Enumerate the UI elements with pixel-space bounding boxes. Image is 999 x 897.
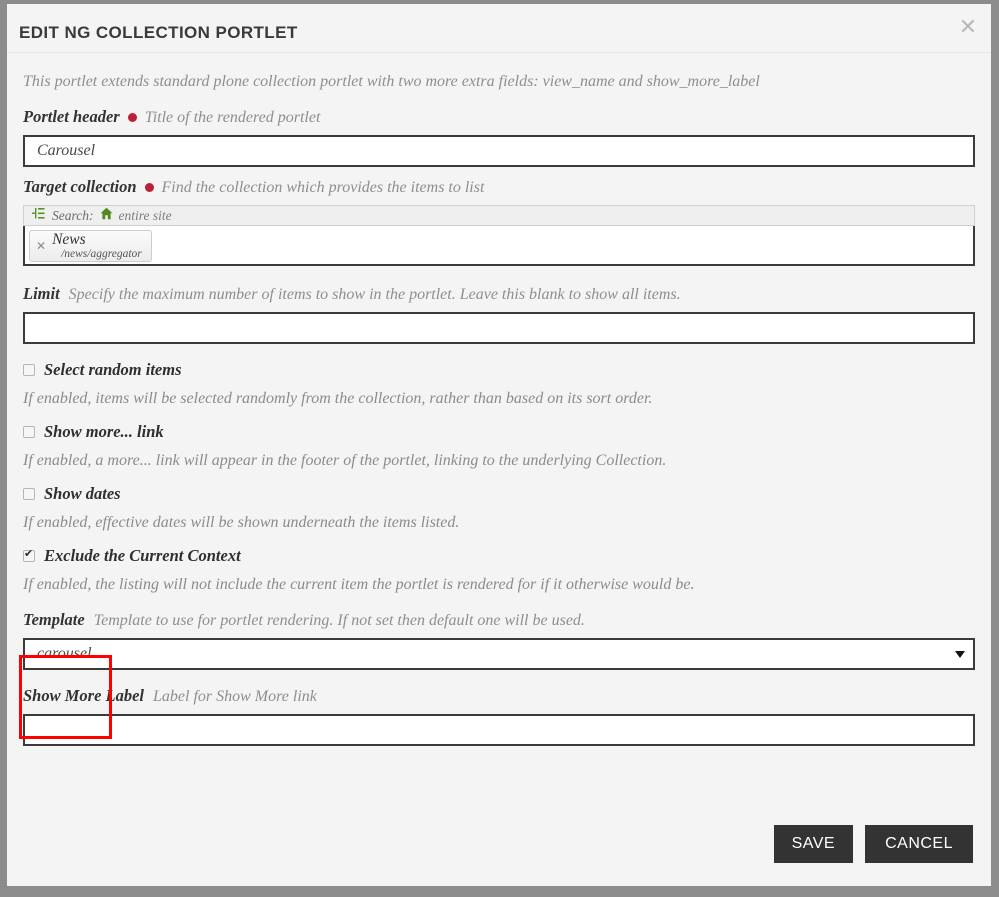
cancel-button[interactable]: CANCEL — [865, 825, 973, 863]
field-show-dates: Show dates If enabled, effective dates w… — [23, 484, 975, 532]
exclude-context-checkbox[interactable] — [23, 550, 35, 562]
select-random-label: Select random items — [44, 360, 182, 380]
page-title: EDIT NG COLLECTION PORTLET — [19, 23, 298, 43]
field-exclude-context: Exclude the Current Context If enabled, … — [23, 546, 975, 594]
target-collection-help: Find the collection which provides the i… — [162, 179, 485, 196]
show-dates-checkbox[interactable] — [23, 488, 35, 500]
selected-collection-chip[interactable]: ✕ News /news/aggregator — [29, 230, 152, 262]
collection-search-bar[interactable]: Search: entire site — [23, 205, 975, 226]
home-icon[interactable] — [100, 207, 113, 224]
collection-selected-box[interactable]: ✕ News /news/aggregator — [23, 226, 975, 266]
show-dates-row[interactable]: Show dates — [23, 484, 975, 504]
show-more-label-label-row: Show More Label Label for Show More link — [23, 686, 975, 706]
required-dot-icon — [145, 183, 154, 192]
field-show-more-link: Show more... link If enabled, a more... … — [23, 422, 975, 470]
edit-portlet-modal: EDIT NG COLLECTION PORTLET ✕ This portle… — [7, 4, 991, 886]
required-dot-icon — [128, 113, 137, 122]
collection-search-scope: entire site — [118, 208, 171, 224]
field-limit: Limit Specify the maximum number of item… — [23, 284, 975, 344]
portlet-header-input[interactable] — [23, 135, 975, 167]
collection-search-label: Search: — [52, 208, 93, 224]
chip-title: News — [52, 232, 142, 248]
tree-hierarchy-icon[interactable] — [32, 207, 45, 224]
chip-text: News /news/aggregator — [52, 232, 142, 260]
template-label: Template — [23, 610, 85, 629]
remove-icon[interactable]: ✕ — [36, 239, 46, 253]
show-more-label-label: Show More Label — [23, 686, 144, 705]
portlet-header-label: Portlet header — [23, 107, 120, 126]
show-more-link-help: If enabled, a more... link will appear i… — [23, 452, 975, 470]
limit-label-row: Limit Specify the maximum number of item… — [23, 284, 975, 304]
target-collection-label: Target collection — [23, 177, 137, 196]
show-dates-label: Show dates — [44, 484, 121, 504]
field-template: Template Template to use for portlet ren… — [23, 610, 975, 670]
limit-help: Specify the maximum number of items to s… — [69, 286, 681, 303]
target-collection-label-row: Target collection Find the collection wh… — [23, 177, 975, 197]
field-portlet-header: Portlet header Title of the rendered por… — [23, 107, 975, 167]
modal-footer: SAVE CANCEL — [7, 802, 991, 886]
exclude-context-row[interactable]: Exclude the Current Context — [23, 546, 975, 566]
field-target-collection: Target collection Find the collection wh… — [23, 177, 975, 266]
field-select-random: Select random items If enabled, items wi… — [23, 360, 975, 408]
exclude-context-label: Exclude the Current Context — [44, 546, 241, 566]
show-more-link-label: Show more... link — [44, 422, 164, 442]
template-label-row: Template Template to use for portlet ren… — [23, 610, 975, 630]
template-select[interactable]: carousel — [23, 638, 975, 670]
target-collection-widget: Search: entire site ✕ News — [23, 205, 975, 266]
limit-input[interactable] — [23, 312, 975, 344]
show-more-link-row[interactable]: Show more... link — [23, 422, 975, 442]
field-show-more-label: Show More Label Label for Show More link — [23, 686, 975, 746]
limit-label: Limit — [23, 284, 60, 303]
exclude-context-help: If enabled, the listing will not include… — [23, 576, 975, 594]
show-dates-help: If enabled, effective dates will be show… — [23, 514, 975, 532]
modal-body: This portlet extends standard plone coll… — [7, 53, 991, 746]
portlet-header-help: Title of the rendered portlet — [145, 109, 321, 126]
template-selected-value: carousel — [25, 640, 973, 668]
show-more-link-checkbox[interactable] — [23, 426, 35, 438]
form-description: This portlet extends standard plone coll… — [23, 53, 975, 97]
select-random-help: If enabled, items will be selected rando… — [23, 390, 975, 408]
screen: SEARCH RESULTS FOR "GREENBEAN"Search aga… — [0, 0, 999, 897]
template-help: Template to use for portlet rendering. I… — [94, 612, 585, 629]
select-random-checkbox[interactable] — [23, 364, 35, 376]
close-icon[interactable]: ✕ — [955, 14, 981, 40]
chevron-down-icon[interactable] — [955, 651, 965, 658]
modal-header: EDIT NG COLLECTION PORTLET ✕ — [7, 4, 991, 53]
show-more-label-input[interactable] — [23, 714, 975, 746]
save-button[interactable]: SAVE — [774, 825, 854, 863]
select-random-row[interactable]: Select random items — [23, 360, 975, 380]
show-more-label-help: Label for Show More link — [153, 688, 317, 705]
portlet-header-label-row: Portlet header Title of the rendered por… — [23, 107, 975, 127]
chip-path: /news/aggregator — [52, 248, 142, 260]
